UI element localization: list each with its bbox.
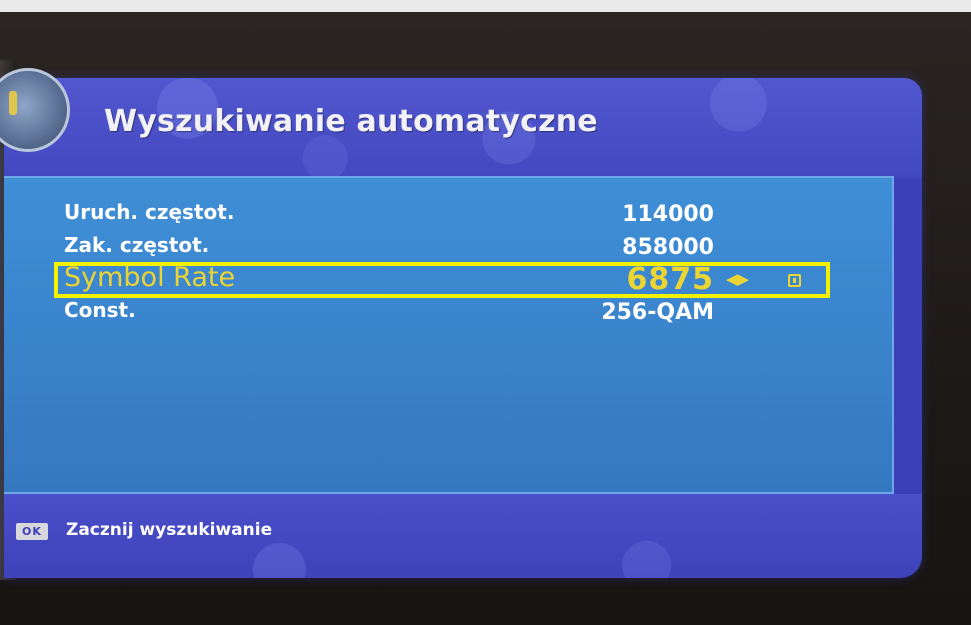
selection-highlight (54, 262, 830, 298)
dialog-title: Wyszukiwanie automatyczne (104, 104, 598, 139)
setting-row-constellation[interactable]: Const. 256-QAM (4, 298, 892, 332)
setting-row-start-frequency[interactable]: Uruch. częstot. 114000 (4, 200, 892, 234)
dialog-header: Wyszukiwanie automatyczne (0, 68, 922, 178)
start-search-hint[interactable]: Zacznij wyszukiwanie (66, 520, 272, 540)
settings-list: Uruch. częstot. 114000 Zak. częstot. 858… (4, 176, 894, 494)
auto-search-dialog: Wyszukiwanie automatyczne Uruch. częstot… (0, 68, 922, 578)
dialog-footer: OK Zacznij wyszukiwanie (4, 494, 922, 578)
setting-label: Uruch. częstot. (64, 200, 235, 224)
setting-value: 114000 (622, 202, 714, 227)
ok-key-icon[interactable]: OK (16, 523, 48, 540)
clock-hand (9, 91, 17, 115)
setting-value: 858000 (622, 235, 714, 260)
setting-label: Const. (64, 298, 136, 322)
setting-label: Zak. częstot. (64, 233, 210, 257)
tv-top-bezel (0, 0, 971, 12)
setting-value: 256-QAM (601, 300, 714, 325)
clock-icon (0, 68, 70, 152)
